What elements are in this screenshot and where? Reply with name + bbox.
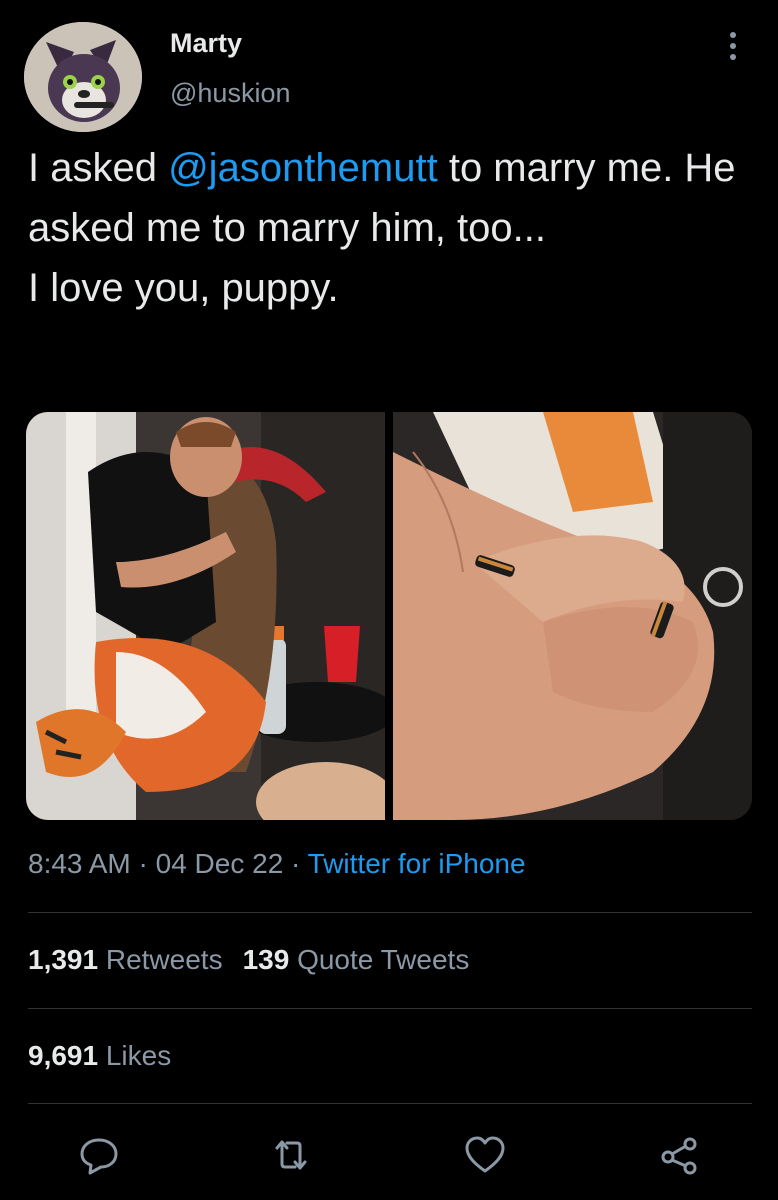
mention-link[interactable]: @jasonthemutt xyxy=(168,146,438,190)
likes-count: 9,691 xyxy=(28,1040,99,1071)
retweets-count: 1,391 xyxy=(28,944,99,975)
tweet-text: I asked @jasonthemutt to marry me. He as… xyxy=(28,138,748,318)
tweet-source-link[interactable]: Twitter for iPhone xyxy=(308,848,526,879)
divider xyxy=(28,1103,752,1104)
divider xyxy=(28,1008,752,1009)
user-handle[interactable]: @huskion xyxy=(170,78,290,109)
more-icon[interactable] xyxy=(722,30,744,62)
retweets-label: Retweets xyxy=(105,944,223,975)
likes-stat[interactable]: 9,691 Likes xyxy=(28,1040,171,1072)
tweet-date: 04 Dec 22 xyxy=(155,848,284,879)
tweet-meta: 8:43 AM · 04 Dec 22 · Twitter for iPhone xyxy=(28,848,526,880)
retweet-stats: 1,391 Retweets 139 Quote Tweets xyxy=(28,944,469,976)
meta-separator: · xyxy=(283,848,308,879)
quotes-count: 139 xyxy=(242,944,290,975)
like-icon[interactable] xyxy=(462,1132,508,1178)
media-grid xyxy=(26,412,752,820)
meta-separator: · xyxy=(130,848,156,879)
action-bar xyxy=(0,1132,778,1182)
likes-label: Likes xyxy=(105,1040,172,1071)
display-name[interactable]: Marty xyxy=(170,28,242,59)
photo-hug[interactable] xyxy=(26,412,385,820)
share-icon[interactable] xyxy=(656,1132,702,1178)
quotes-label: Quote Tweets xyxy=(297,944,470,975)
retweets-stat[interactable]: 1,391 Retweets xyxy=(28,944,223,975)
tweet-text-line2: I love you, puppy. xyxy=(28,266,339,310)
tweet-text-before: I asked xyxy=(28,146,169,190)
retweet-icon[interactable] xyxy=(268,1132,314,1178)
divider xyxy=(28,912,752,913)
tweet-time: 8:43 AM xyxy=(28,848,131,879)
reply-icon[interactable] xyxy=(76,1132,122,1178)
quotes-stat[interactable]: 139 Quote Tweets xyxy=(243,944,470,975)
photo-rings[interactable] xyxy=(393,412,752,820)
avatar[interactable] xyxy=(24,22,142,132)
